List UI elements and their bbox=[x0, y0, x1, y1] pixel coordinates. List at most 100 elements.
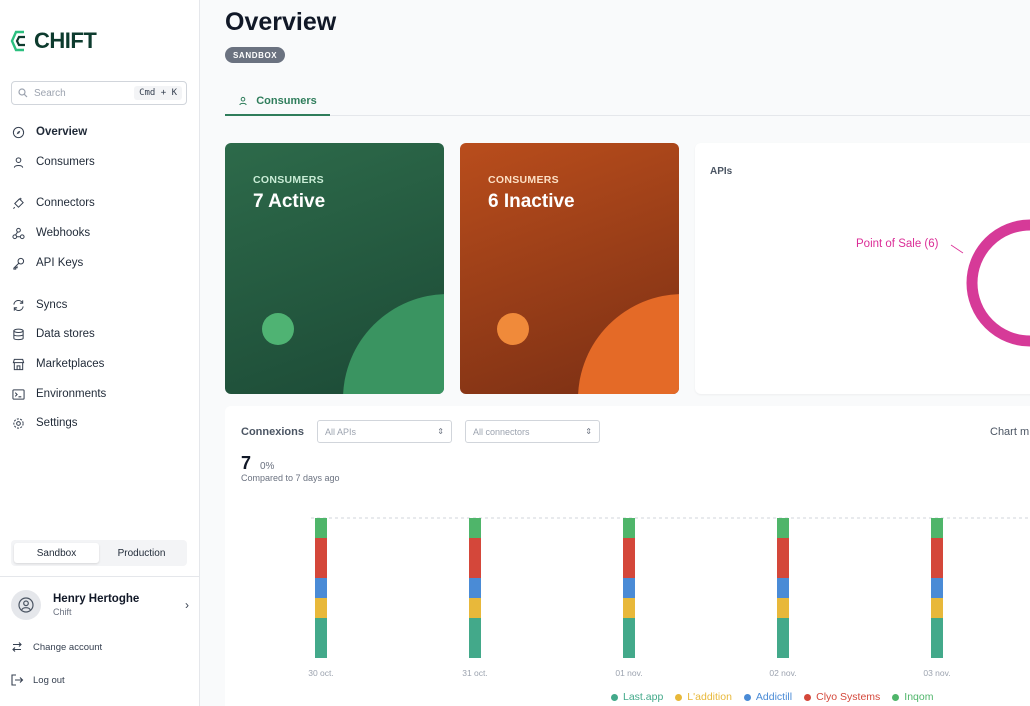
bar-segment-addictill[interactable] bbox=[315, 578, 327, 598]
user-icon bbox=[11, 155, 25, 169]
decorative-dot bbox=[497, 313, 529, 345]
active-consumers-card[interactable]: CONSUMERS 7 Active bbox=[225, 143, 444, 394]
legend-item[interactable]: Addictill bbox=[743, 691, 793, 703]
change-account-link[interactable]: Change account bbox=[10, 640, 102, 654]
bar-segment-addictill[interactable] bbox=[931, 578, 943, 598]
legend-item[interactable]: Inqom bbox=[892, 691, 933, 703]
bar-segment-clyo-systems[interactable] bbox=[469, 538, 481, 578]
environment-switch: Sandbox Production bbox=[11, 540, 187, 566]
sidebar-item-settings[interactable]: Settings bbox=[11, 412, 191, 434]
sidebar-item-label: Webhooks bbox=[36, 227, 91, 239]
legend-label: Clyo Systems bbox=[816, 691, 881, 703]
legend-item[interactable]: Last.app bbox=[611, 691, 663, 703]
sidebar-item-label: Settings bbox=[36, 417, 78, 429]
bar-segment-inqom[interactable] bbox=[623, 518, 635, 538]
legend-item[interactable]: Clyo Systems bbox=[804, 691, 880, 703]
store-icon bbox=[11, 357, 25, 371]
legend-item[interactable]: L'addition bbox=[675, 691, 732, 703]
bar-segment-addictill[interactable] bbox=[469, 578, 481, 598]
sidebar-item-connectors[interactable]: Connectors bbox=[11, 192, 191, 214]
decorative-circle bbox=[578, 294, 679, 394]
sidebar-item-label: Marketplaces bbox=[36, 358, 105, 370]
legend-dot bbox=[611, 693, 618, 701]
stat-value: 7 Active bbox=[253, 191, 326, 212]
inactive-consumers-card[interactable]: CONSUMERS 6 Inactive bbox=[460, 143, 679, 394]
sidebar-item-marketplaces[interactable]: Marketplaces bbox=[11, 353, 191, 375]
sidebar-item-overview[interactable]: Overview bbox=[11, 121, 191, 143]
bar-segment-inqom[interactable] bbox=[777, 518, 789, 538]
bar-segment-l-addition[interactable] bbox=[777, 598, 789, 618]
sidebar: CHIFT Search Cmd + K Overview Consumers … bbox=[0, 0, 200, 706]
sidebar-item-label: Overview bbox=[36, 126, 88, 138]
bar-segment-last-app[interactable] bbox=[931, 618, 943, 658]
apis-donut-chart bbox=[950, 219, 1030, 347]
connexions-card: Connexions All APIs ⇕ All connectors ⇕ C… bbox=[225, 406, 1030, 706]
sidebar-item-webhooks[interactable]: Webhooks bbox=[11, 222, 191, 244]
legend-label: Addictill bbox=[755, 691, 793, 703]
sidebar-item-label: Data stores bbox=[36, 328, 95, 340]
bar-segment-clyo-systems[interactable] bbox=[777, 538, 789, 578]
user-menu[interactable]: Henry Hertoghe Chift › bbox=[11, 589, 189, 621]
compass-icon bbox=[11, 125, 25, 139]
brand-name: CHIFT bbox=[34, 28, 97, 53]
sidebar-item-label: Environments bbox=[36, 388, 107, 400]
bar-segment-clyo-systems[interactable] bbox=[931, 538, 943, 578]
x-tick-label: 02 nov. bbox=[769, 668, 796, 678]
bar-segment-inqom[interactable] bbox=[469, 518, 481, 538]
bar-segment-last-app[interactable] bbox=[315, 618, 327, 658]
search-input[interactable]: Search Cmd + K bbox=[11, 81, 187, 105]
bar-segment-last-app[interactable] bbox=[469, 618, 481, 658]
terminal-icon bbox=[11, 387, 25, 401]
stat-label: CONSUMERS bbox=[488, 174, 559, 186]
bar-segment-clyo-systems[interactable] bbox=[315, 538, 327, 578]
bar-segment-inqom[interactable] bbox=[931, 518, 943, 538]
bar-segment-inqom[interactable] bbox=[315, 518, 327, 538]
user-name: Henry Hertoghe bbox=[53, 593, 140, 605]
sidebar-item-data-stores[interactable]: Data stores bbox=[11, 323, 191, 345]
brand-logo[interactable]: CHIFT bbox=[10, 28, 97, 54]
avatar bbox=[11, 590, 41, 620]
gear-icon bbox=[11, 416, 25, 430]
x-tick-label: 31 oct. bbox=[462, 668, 488, 678]
plug-icon bbox=[11, 196, 25, 210]
logout-link[interactable]: Log out bbox=[10, 673, 65, 687]
chift-logo-icon bbox=[10, 30, 25, 52]
bar-segment-addictill[interactable] bbox=[623, 578, 635, 598]
stat-value: 6 Inactive bbox=[488, 191, 575, 212]
search-icon bbox=[18, 88, 28, 98]
sidebar-item-environments[interactable]: Environments bbox=[11, 383, 191, 405]
pie-slice-point-of-sale[interactable] bbox=[966, 219, 1030, 347]
webhook-icon bbox=[11, 226, 25, 240]
legend-dot bbox=[892, 693, 900, 701]
bar-segment-addictill[interactable] bbox=[777, 578, 789, 598]
tab-label: Consumers bbox=[256, 95, 317, 107]
logout-icon bbox=[11, 674, 24, 686]
sidebar-item-api-keys[interactable]: API Keys bbox=[11, 252, 191, 274]
sidebar-item-consumers[interactable]: Consumers bbox=[11, 151, 191, 173]
sidebar-item-label: Connectors bbox=[36, 197, 95, 209]
bar-segment-l-addition[interactable] bbox=[623, 598, 635, 618]
page-title: Overview bbox=[225, 8, 337, 36]
chevron-right-icon: › bbox=[185, 598, 189, 612]
bar-segment-last-app[interactable] bbox=[777, 618, 789, 658]
search-shortcut: Cmd + K bbox=[134, 86, 182, 100]
bar-segment-l-addition[interactable] bbox=[315, 598, 327, 618]
sidebar-item-label: Syncs bbox=[36, 299, 68, 311]
pie-leader-line bbox=[950, 244, 964, 254]
chart-legend: Last.app L'addition Addictill Clyo Systems I… bbox=[611, 691, 933, 703]
x-tick-label: 30 oct. bbox=[308, 668, 334, 678]
sidebar-item-syncs[interactable]: Syncs bbox=[11, 294, 191, 316]
x-tick-label: 03 nov. bbox=[923, 668, 950, 678]
legend-dot bbox=[675, 693, 683, 701]
switch-arrows-icon bbox=[12, 642, 22, 652]
env-production-button[interactable]: Production bbox=[99, 543, 184, 563]
bar-segment-l-addition[interactable] bbox=[931, 598, 943, 618]
bar-segment-clyo-systems[interactable] bbox=[623, 538, 635, 578]
sidebar-item-label: Consumers bbox=[36, 156, 95, 168]
tab-consumers[interactable]: Consumers bbox=[225, 88, 330, 116]
bar-segment-last-app[interactable] bbox=[623, 618, 635, 658]
env-sandbox-button[interactable]: Sandbox bbox=[14, 543, 99, 563]
decorative-dot bbox=[262, 313, 294, 345]
bar-segment-l-addition[interactable] bbox=[469, 598, 481, 618]
legend-label: Last.app bbox=[623, 691, 664, 703]
